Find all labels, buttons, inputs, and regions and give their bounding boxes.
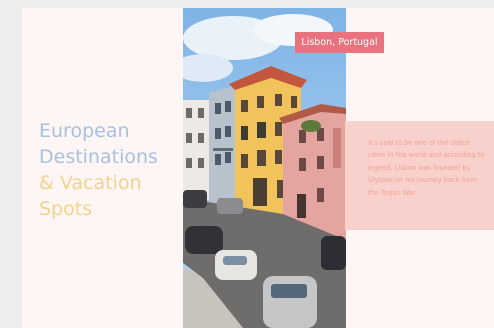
slide-title: European Destinations & Vacation Spots: [39, 118, 158, 222]
title-line-vacation: & Vacation: [39, 172, 142, 194]
title-line-destinations: Destinations: [39, 146, 158, 168]
lisbon-street-photo: [183, 8, 346, 328]
quote-text: It's said to be one of the oldest cities…: [368, 139, 485, 197]
title-line-european: European: [39, 120, 130, 142]
title-line-spots: Spots: [39, 198, 93, 220]
location-tag: Lisbon, Portugal: [295, 32, 384, 53]
